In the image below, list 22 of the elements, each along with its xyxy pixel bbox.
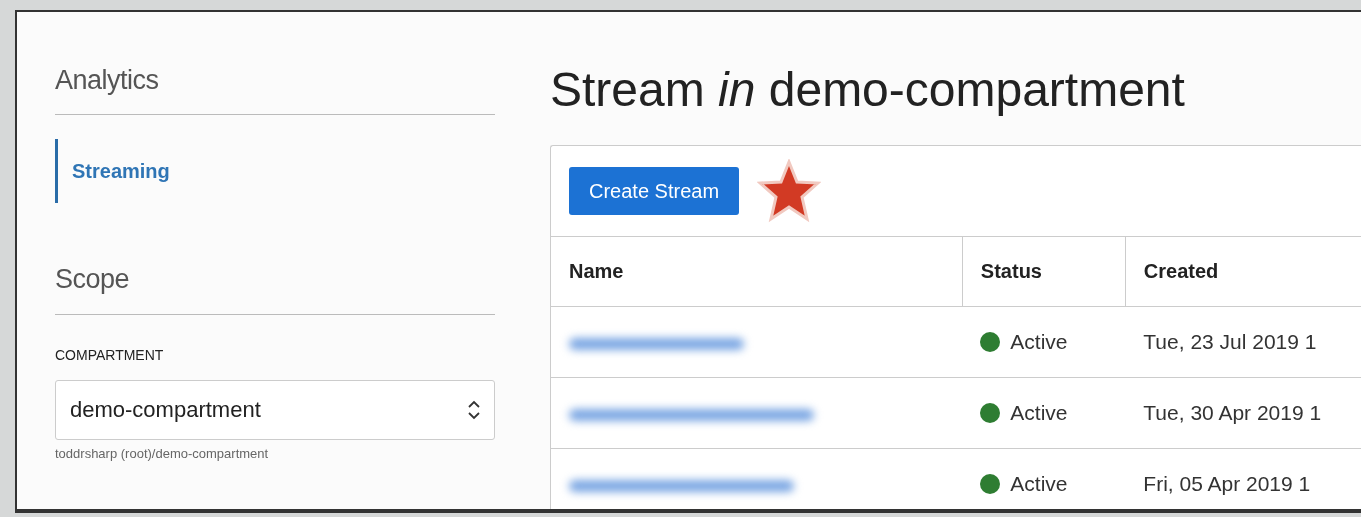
table-cell: Tue, 30 Apr 2019 1 [1125,377,1361,449]
column-header: Name [551,236,963,307]
page-title: Stream in demo-compartment [550,64,1186,117]
field-hint: toddrsharp (root)/demo-compartment [55,444,270,463]
star-icon [757,158,822,223]
nav-item[interactable]: Streaming [55,139,495,204]
blurred-name[interactable] [569,408,814,421]
blurred-name[interactable] [569,337,744,350]
status-text: Active [1010,472,1068,496]
table-cell: Tue, 23 Jul 2019 1 [1125,306,1361,378]
status-text: Active [1010,330,1068,354]
section-title: Analytics [55,64,160,97]
status-text: Active [1010,401,1068,425]
column-header: Created [1125,236,1361,307]
blurred-name[interactable] [569,479,794,492]
compartment-select[interactable]: demo-compartment [55,379,495,440]
updown-icon [468,399,480,420]
column-header: Status [962,236,1126,307]
table-cell: Fri, 05 Apr 2019 1 [1125,448,1361,509]
field-label: COMPARTMENT [55,345,165,365]
section-title: Scope [55,263,131,296]
create-button[interactable]: Create Stream [569,166,740,215]
